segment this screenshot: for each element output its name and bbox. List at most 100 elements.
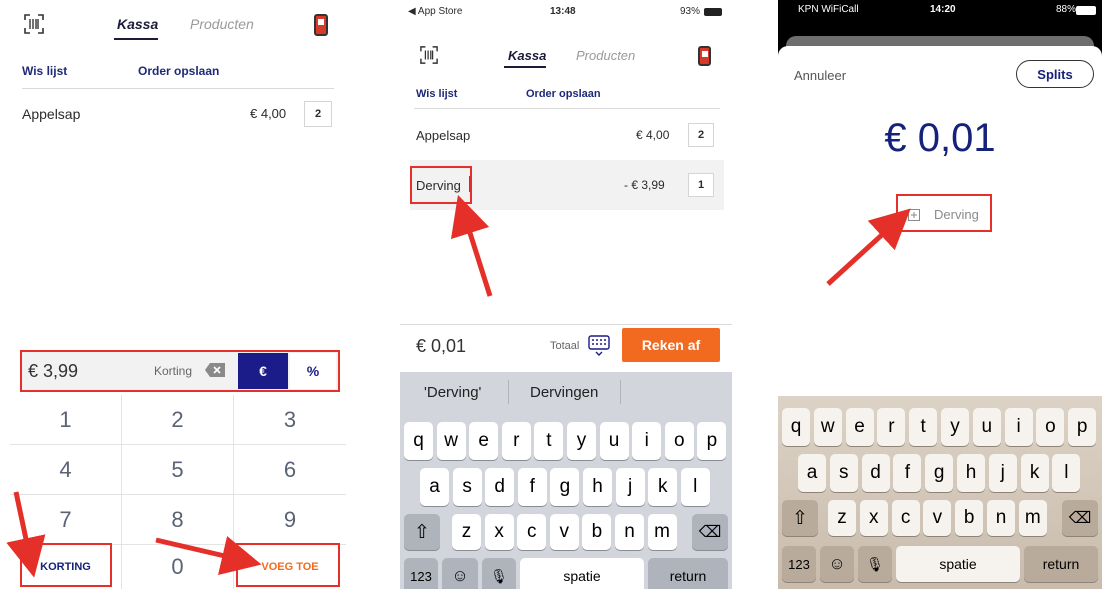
key-a[interactable]: a: [420, 468, 449, 506]
shift-key-icon[interactable]: ⇧: [404, 514, 440, 550]
key-8[interactable]: 8: [122, 495, 234, 545]
delete-key-icon[interactable]: ⌫: [1062, 500, 1098, 536]
key-q[interactable]: q: [782, 408, 810, 446]
card-terminal-icon[interactable]: [698, 46, 711, 66]
return-key[interactable]: return: [1024, 546, 1098, 582]
key-3[interactable]: 3: [234, 395, 346, 445]
key-p[interactable]: p: [1068, 408, 1097, 446]
key-z[interactable]: z: [452, 514, 481, 550]
key-e[interactable]: e: [845, 408, 874, 446]
key-c[interactable]: c: [517, 514, 547, 550]
key-f[interactable]: f: [517, 468, 547, 506]
key-v[interactable]: v: [923, 500, 952, 536]
tab-producten[interactable]: Producten: [190, 16, 254, 32]
key-1[interactable]: 1: [10, 395, 122, 445]
key-j[interactable]: j: [988, 454, 1017, 492]
key-6[interactable]: 6: [234, 445, 346, 495]
autocorrect-suggestion[interactable]: Dervingen: [530, 384, 598, 401]
key-d[interactable]: d: [861, 454, 890, 492]
tab-producten[interactable]: Producten: [576, 48, 635, 63]
total-amount: € 0,01: [416, 336, 467, 356]
order-item-name[interactable]: Appelsap: [416, 128, 470, 143]
key-w[interactable]: w: [813, 408, 842, 446]
microphone-key-icon[interactable]: 🎙: [858, 546, 892, 582]
autocorrect-suggestion[interactable]: 'Derving': [424, 384, 481, 401]
key-b[interactable]: b: [955, 500, 984, 536]
barcode-scan-icon[interactable]: [24, 14, 44, 34]
clear-list-link[interactable]: Wis lijst: [416, 88, 457, 100]
key-l[interactable]: l: [680, 468, 710, 506]
key-o[interactable]: o: [664, 422, 694, 460]
barcode-scan-icon[interactable]: [420, 46, 438, 64]
key-x[interactable]: x: [859, 500, 888, 536]
key-y[interactable]: y: [941, 408, 969, 446]
key-s[interactable]: s: [829, 454, 858, 492]
key-m[interactable]: m: [1018, 500, 1047, 536]
key-u[interactable]: u: [972, 408, 1001, 446]
key-v[interactable]: v: [549, 514, 579, 550]
key-g[interactable]: g: [550, 468, 580, 506]
key-4[interactable]: 4: [10, 445, 122, 495]
order-item-qty[interactable]: 2: [304, 101, 332, 127]
key-u[interactable]: u: [599, 422, 629, 460]
return-key[interactable]: return: [648, 558, 728, 589]
key-d[interactable]: d: [485, 468, 515, 506]
key-k[interactable]: k: [648, 468, 678, 506]
key-e[interactable]: e: [469, 422, 499, 460]
tab-kassa[interactable]: Kassa: [508, 48, 546, 63]
order-item-qty[interactable]: 2: [688, 123, 714, 147]
key-o[interactable]: o: [1036, 408, 1065, 446]
order-item-name[interactable]: Appelsap: [22, 106, 80, 122]
tab-kassa[interactable]: Kassa: [117, 16, 158, 32]
key-7[interactable]: 7: [10, 495, 122, 545]
save-order-link[interactable]: Order opslaan: [526, 88, 601, 100]
numbers-key[interactable]: 123: [782, 546, 816, 582]
cancel-link[interactable]: Annuleer: [794, 68, 846, 83]
key-y[interactable]: y: [567, 422, 596, 460]
space-key[interactable]: spatie: [896, 546, 1020, 582]
key-a[interactable]: a: [798, 454, 826, 492]
key-r[interactable]: r: [877, 408, 906, 446]
key-p[interactable]: p: [697, 422, 727, 460]
key-x[interactable]: x: [484, 514, 514, 550]
microphone-key-icon[interactable]: 🎙: [482, 558, 516, 589]
card-terminal-icon[interactable]: [314, 14, 328, 36]
emoji-key-icon[interactable]: ☺: [442, 558, 478, 589]
key-g[interactable]: g: [925, 454, 954, 492]
key-q[interactable]: q: [404, 422, 433, 460]
order-item-qty[interactable]: 1: [688, 173, 714, 197]
delete-key-icon[interactable]: ⌫: [692, 514, 728, 550]
key-0[interactable]: 0: [122, 545, 234, 589]
shift-key-icon[interactable]: ⇧: [782, 500, 818, 536]
key-n[interactable]: n: [987, 500, 1015, 536]
keyboard-icon[interactable]: [588, 334, 610, 356]
numbers-key[interactable]: 123: [404, 558, 438, 589]
key-j[interactable]: j: [615, 468, 645, 506]
key-r[interactable]: r: [501, 422, 531, 460]
key-t[interactable]: t: [534, 422, 564, 460]
key-i[interactable]: i: [632, 422, 662, 460]
reken-af-button[interactable]: Reken af: [622, 328, 720, 362]
key-k[interactable]: k: [1020, 454, 1049, 492]
key-f[interactable]: f: [893, 454, 922, 492]
key-9[interactable]: 9: [234, 495, 346, 545]
key-b[interactable]: b: [582, 514, 612, 550]
space-key[interactable]: spatie: [520, 558, 644, 589]
key-l[interactable]: l: [1052, 454, 1081, 492]
save-order-link[interactable]: Order opslaan: [138, 64, 219, 78]
key-5[interactable]: 5: [122, 445, 234, 495]
key-i[interactable]: i: [1004, 408, 1033, 446]
key-n[interactable]: n: [615, 514, 644, 550]
split-button[interactable]: Splits: [1016, 60, 1094, 88]
key-h[interactable]: h: [583, 468, 612, 506]
key-s[interactable]: s: [452, 468, 482, 506]
key-h[interactable]: h: [957, 454, 985, 492]
clear-list-link[interactable]: Wis lijst: [22, 64, 67, 78]
emoji-key-icon[interactable]: ☺: [820, 546, 854, 582]
key-w[interactable]: w: [436, 422, 466, 460]
key-2[interactable]: 2: [122, 395, 234, 445]
key-c[interactable]: c: [891, 500, 920, 536]
key-z[interactable]: z: [828, 500, 856, 536]
key-m[interactable]: m: [647, 514, 677, 550]
key-t[interactable]: t: [909, 408, 938, 446]
